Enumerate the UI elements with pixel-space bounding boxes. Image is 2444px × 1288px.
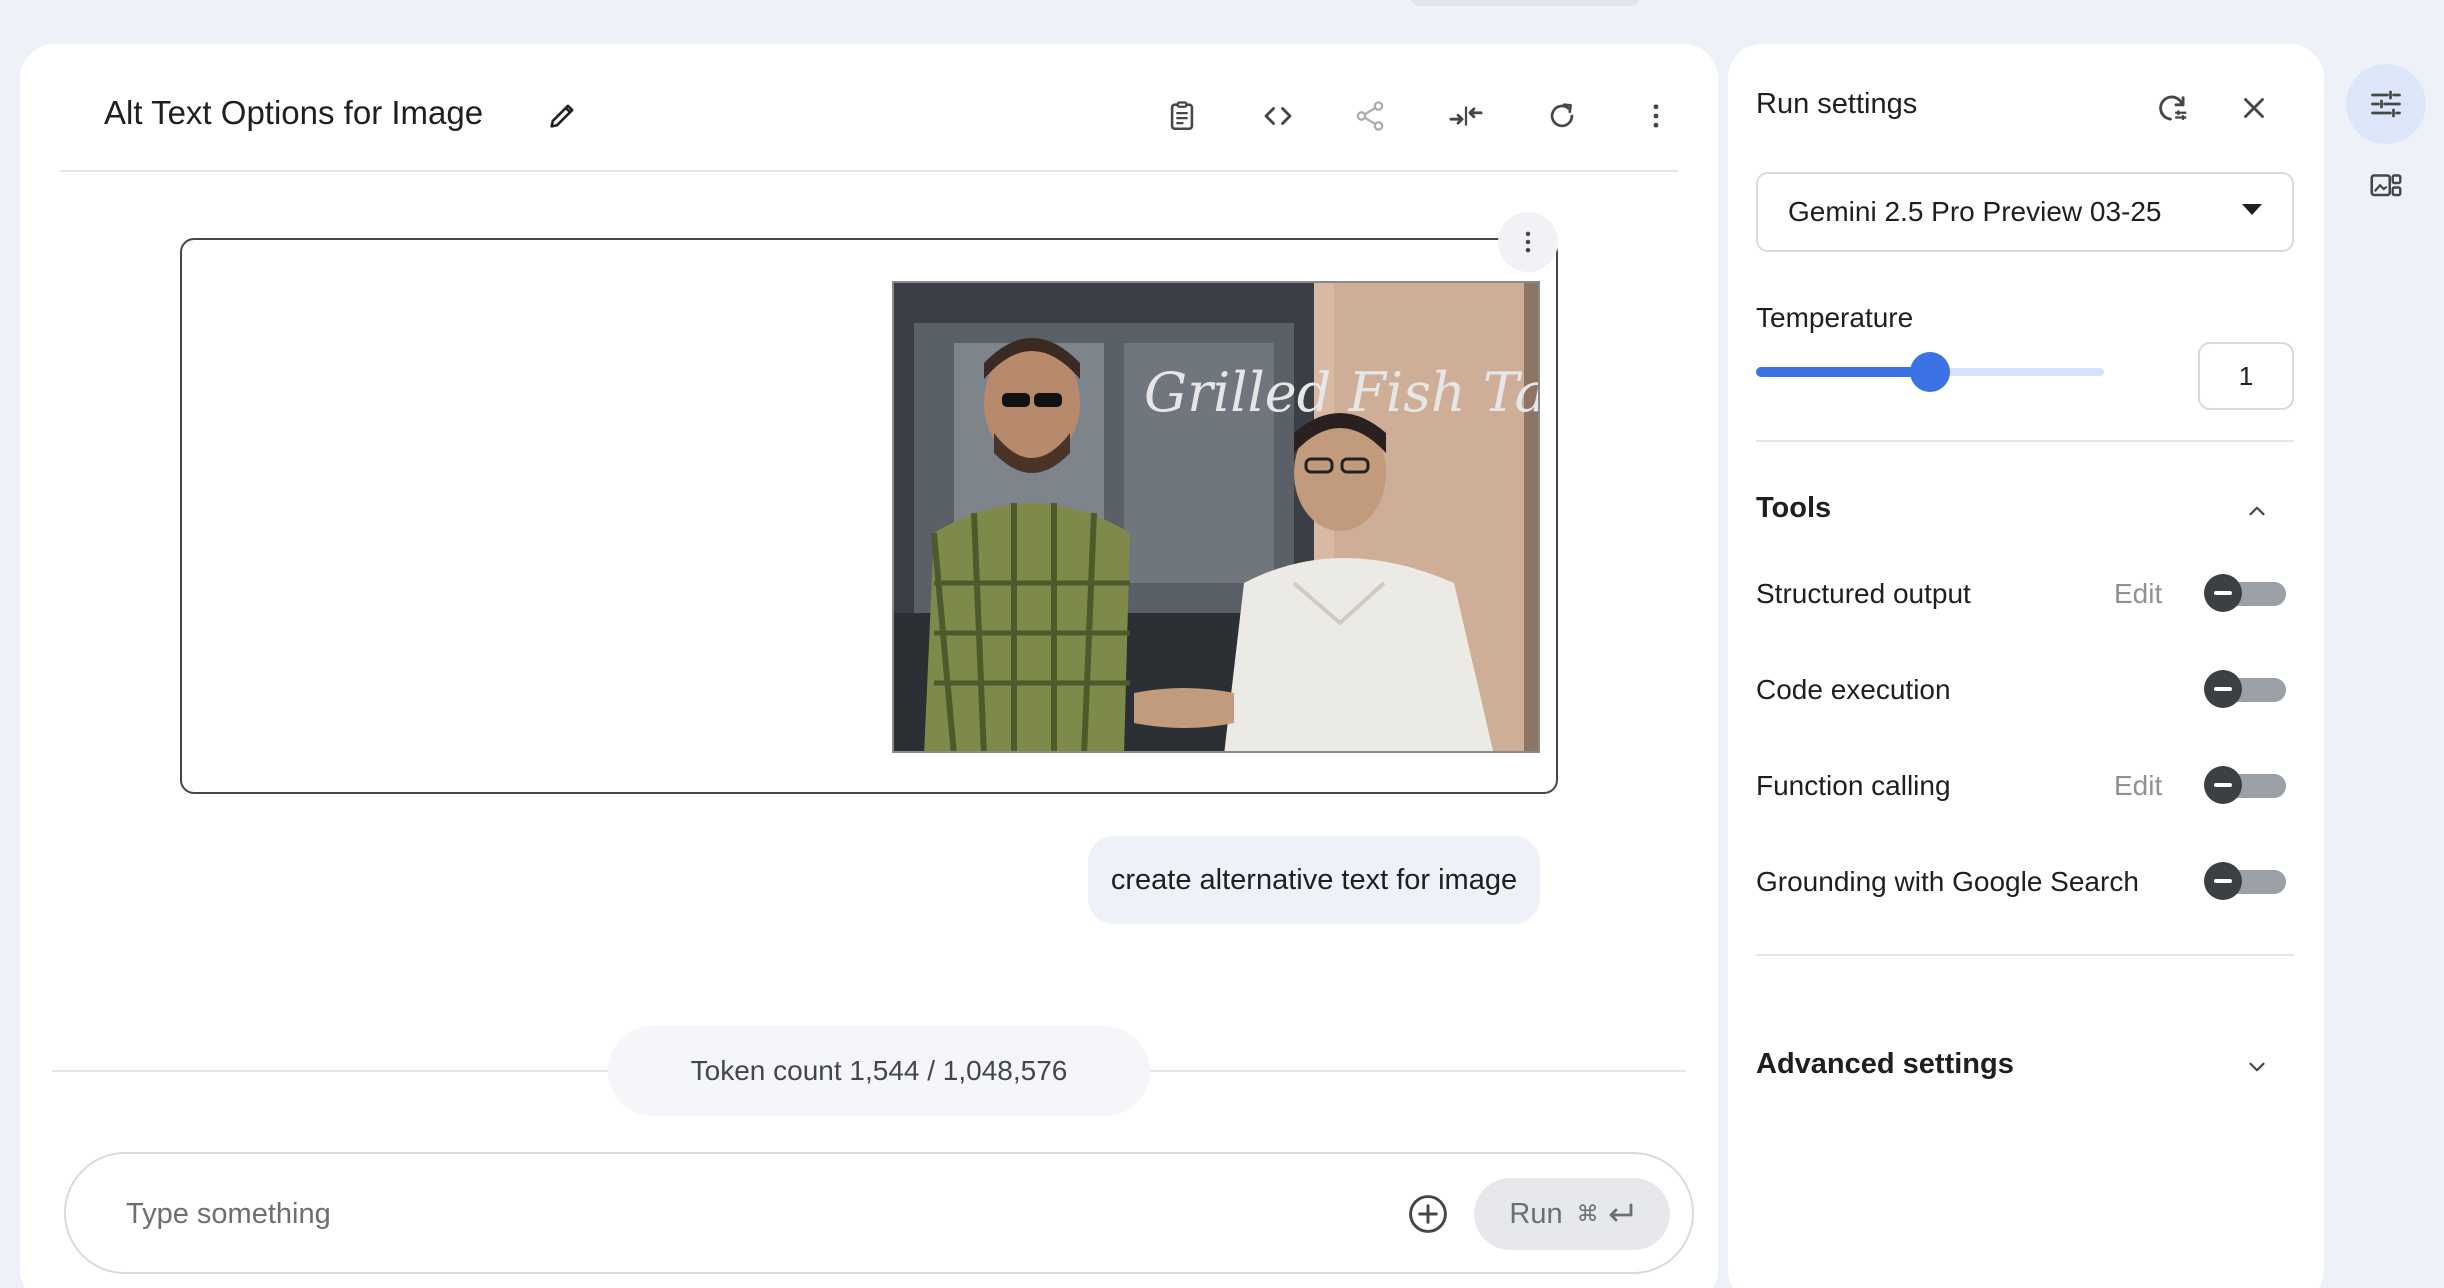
close-icon[interactable] bbox=[2232, 86, 2276, 130]
code-execution-toggle[interactable] bbox=[2204, 670, 2286, 708]
divider bbox=[1756, 954, 2294, 956]
tool-structured-output: Structured output Edit bbox=[1756, 568, 2294, 618]
code-icon[interactable] bbox=[1258, 96, 1298, 136]
uploaded-photo[interactable]: Grilled Fish Tacos bbox=[892, 281, 1540, 753]
photo-text: Grilled Fish Tacos bbox=[1144, 361, 1540, 424]
media-gallery-button[interactable] bbox=[2366, 166, 2406, 206]
tool-grounding: Grounding with Google Search bbox=[1756, 856, 2294, 906]
tools-section-title: Tools bbox=[1756, 492, 1832, 524]
divider bbox=[1756, 440, 2294, 442]
structured-output-toggle[interactable] bbox=[2204, 574, 2286, 612]
command-key: ⌘ bbox=[1576, 1201, 1599, 1226]
chat-panel: Alt Text Options for Image Grilled Fish … bbox=[20, 44, 1718, 1288]
run-shortcut: ⌘ bbox=[1577, 1201, 1635, 1227]
clipboard-icon[interactable] bbox=[1162, 96, 1202, 136]
function-calling-toggle[interactable] bbox=[2204, 766, 2286, 804]
model-select[interactable]: Gemini 2.5 Pro Preview 03-25 bbox=[1756, 172, 2294, 252]
user-message: create alternative text for image bbox=[1088, 836, 1540, 924]
tune-icon bbox=[2371, 90, 2401, 118]
temperature-label: Temperature bbox=[1756, 302, 1914, 333]
tool-code-execution: Code execution bbox=[1756, 664, 2294, 714]
share-icon[interactable] bbox=[1350, 96, 1390, 136]
refresh-icon[interactable] bbox=[1542, 96, 1582, 136]
enter-icon bbox=[1609, 1203, 1632, 1222]
chevron-down-icon[interactable] bbox=[2242, 1052, 2272, 1082]
slider-fill bbox=[1756, 367, 1930, 377]
edit-link[interactable]: Edit bbox=[2114, 770, 2162, 802]
token-count: Token count 1,544 / 1,048,576 bbox=[608, 1026, 1150, 1116]
card-more-icon[interactable] bbox=[1498, 212, 1558, 272]
run-label: Run bbox=[1509, 1197, 1563, 1230]
edit-title-icon[interactable] bbox=[546, 98, 580, 132]
tool-function-calling: Function calling Edit bbox=[1756, 760, 2294, 810]
prompt-header: Alt Text Options for Image bbox=[60, 44, 1678, 172]
tune-settings-button[interactable] bbox=[2346, 64, 2426, 144]
caret-down-icon bbox=[2242, 204, 2262, 215]
top-pill bbox=[1410, 0, 1640, 6]
model-select-value: Gemini 2.5 Pro Preview 03-25 bbox=[1788, 196, 2162, 227]
tool-label: Code execution bbox=[1756, 674, 1951, 705]
tool-label: Grounding with Google Search bbox=[1756, 866, 2139, 897]
edit-link[interactable]: Edit bbox=[2114, 578, 2162, 610]
prompt-title: Alt Text Options for Image bbox=[104, 94, 484, 131]
temperature-input[interactable]: 1 bbox=[2198, 342, 2294, 410]
run-button[interactable]: Run ⌘ bbox=[1474, 1178, 1670, 1250]
add-media-icon[interactable] bbox=[1406, 1192, 1450, 1236]
grounding-toggle[interactable] bbox=[2204, 862, 2286, 900]
composer: Run ⌘ bbox=[64, 1152, 1694, 1274]
tool-label: Function calling bbox=[1756, 770, 1951, 801]
slider-thumb[interactable] bbox=[1910, 352, 1950, 392]
more-vert-icon[interactable] bbox=[1636, 96, 1676, 136]
advanced-settings-title[interactable]: Advanced settings bbox=[1756, 1048, 2014, 1081]
run-settings-panel: Run settings Gemini 2.5 Pro Preview 03-2… bbox=[1728, 44, 2324, 1288]
top-strip bbox=[0, 0, 2444, 44]
image-gallery-icon bbox=[2370, 174, 2402, 197]
chevron-up-icon[interactable] bbox=[2242, 496, 2272, 526]
run-settings-title: Run settings bbox=[1756, 88, 1918, 120]
compare-icon[interactable] bbox=[1446, 96, 1486, 136]
temperature-slider[interactable] bbox=[1756, 352, 2104, 392]
tool-label: Structured output bbox=[1756, 578, 1971, 609]
reset-settings-icon[interactable] bbox=[2150, 86, 2194, 130]
prompt-input[interactable] bbox=[126, 1184, 1326, 1244]
